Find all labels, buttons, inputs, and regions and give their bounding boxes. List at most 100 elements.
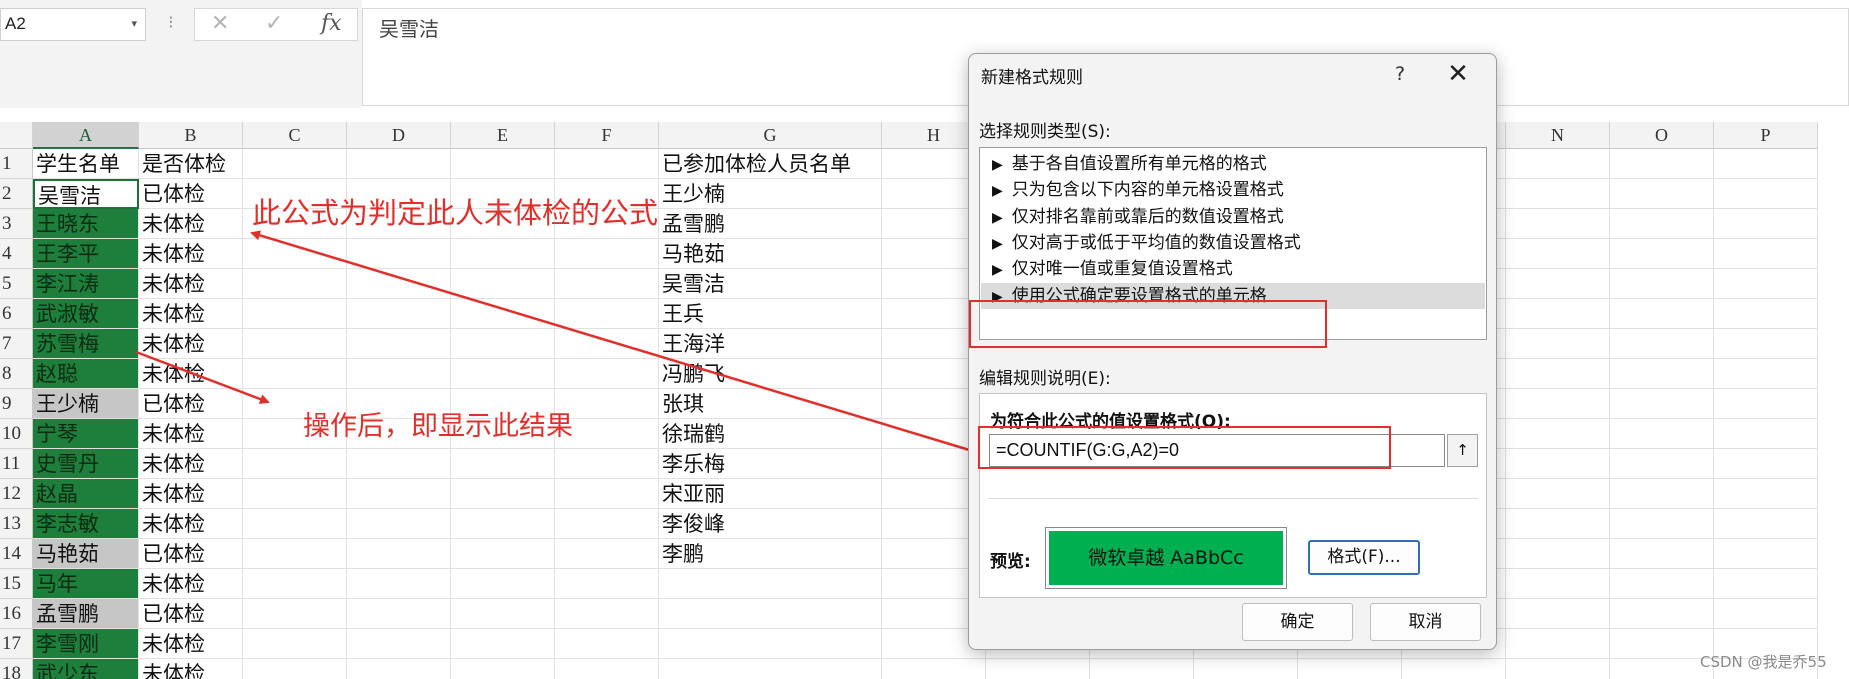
row-header[interactable]: 12 bbox=[0, 479, 33, 509]
cell[interactable] bbox=[1506, 539, 1610, 569]
cell-examined-name[interactable]: 王兵 bbox=[659, 299, 882, 329]
cell[interactable] bbox=[451, 149, 555, 179]
cell[interactable] bbox=[243, 629, 347, 659]
cell[interactable] bbox=[1610, 509, 1714, 539]
help-icon[interactable]: ? bbox=[1384, 59, 1416, 89]
cell[interactable] bbox=[451, 569, 555, 599]
cell-exam-status[interactable]: 未体检 bbox=[139, 359, 243, 389]
cell-exam-status[interactable]: 未体检 bbox=[139, 269, 243, 299]
cell-exam-status[interactable]: 未体检 bbox=[139, 419, 243, 449]
row-header[interactable]: 1 bbox=[0, 149, 33, 179]
row-header[interactable]: 5 bbox=[0, 269, 33, 299]
cell[interactable] bbox=[555, 449, 659, 479]
cell[interactable] bbox=[1714, 599, 1818, 629]
cell[interactable] bbox=[243, 239, 347, 269]
cell-examined-name[interactable] bbox=[659, 659, 882, 679]
cell[interactable] bbox=[1506, 299, 1610, 329]
cell-student-name[interactable]: 武少东 bbox=[33, 659, 139, 679]
cell-examined-name[interactable]: 已参加体检人员名单 bbox=[659, 149, 882, 179]
cell[interactable] bbox=[1714, 509, 1818, 539]
cell[interactable] bbox=[1506, 239, 1610, 269]
cell[interactable] bbox=[1402, 659, 1506, 679]
cell-examined-name[interactable]: 张琪 bbox=[659, 389, 882, 419]
cell-examined-name[interactable]: 马艳茹 bbox=[659, 239, 882, 269]
cell[interactable] bbox=[555, 569, 659, 599]
cell[interactable] bbox=[451, 449, 555, 479]
cell[interactable] bbox=[1610, 269, 1714, 299]
row-header[interactable]: 15 bbox=[0, 569, 33, 599]
cell-examined-name[interactable]: 王少楠 bbox=[659, 179, 882, 209]
cell[interactable] bbox=[451, 599, 555, 629]
cell[interactable] bbox=[1194, 659, 1298, 679]
cell[interactable] bbox=[451, 479, 555, 509]
cell[interactable] bbox=[555, 599, 659, 629]
cell-student-name[interactable]: 武淑敏 bbox=[33, 299, 139, 329]
cell-exam-status[interactable]: 未体检 bbox=[139, 329, 243, 359]
cell[interactable] bbox=[1714, 329, 1818, 359]
cell[interactable] bbox=[1610, 359, 1714, 389]
row-header[interactable]: 13 bbox=[0, 509, 33, 539]
column-header[interactable]: B bbox=[139, 122, 243, 149]
cell-examined-name[interactable] bbox=[659, 599, 882, 629]
cell[interactable] bbox=[347, 299, 451, 329]
cell[interactable] bbox=[243, 569, 347, 599]
cell-examined-name[interactable]: 李俊峰 bbox=[659, 509, 882, 539]
column-header[interactable]: P bbox=[1714, 122, 1818, 149]
cell[interactable] bbox=[1610, 659, 1714, 679]
row-header[interactable]: 2 bbox=[0, 179, 33, 209]
chevron-down-icon[interactable]: ▾ bbox=[131, 17, 137, 30]
row-header[interactable]: 4 bbox=[0, 239, 33, 269]
cell[interactable] bbox=[1714, 239, 1818, 269]
cell-student-name[interactable]: 王晓东 bbox=[33, 209, 139, 239]
cell-student-name[interactable]: 王少楠 bbox=[33, 389, 139, 419]
column-header[interactable]: E bbox=[451, 122, 555, 149]
cell[interactable] bbox=[1610, 599, 1714, 629]
cell[interactable] bbox=[451, 299, 555, 329]
cell[interactable] bbox=[451, 269, 555, 299]
cell-exam-status[interactable]: 未体检 bbox=[139, 239, 243, 269]
cell-exam-status[interactable]: 未体检 bbox=[139, 479, 243, 509]
cell[interactable] bbox=[555, 299, 659, 329]
cell-student-name[interactable]: 学生名单 bbox=[33, 149, 139, 179]
column-header[interactable]: D bbox=[347, 122, 451, 149]
row-header[interactable]: 3 bbox=[0, 209, 33, 239]
cell[interactable] bbox=[347, 329, 451, 359]
column-header[interactable]: C bbox=[243, 122, 347, 149]
cell-student-name[interactable]: 史雪丹 bbox=[33, 449, 139, 479]
select-all-corner[interactable] bbox=[0, 122, 33, 149]
more-options-icon[interactable]: ⁝ bbox=[168, 12, 174, 33]
cell[interactable] bbox=[555, 239, 659, 269]
close-icon[interactable]: ✕ bbox=[1442, 58, 1474, 90]
cell[interactable] bbox=[1506, 569, 1610, 599]
cell[interactable] bbox=[451, 659, 555, 679]
cell[interactable] bbox=[555, 659, 659, 679]
cell[interactable] bbox=[347, 149, 451, 179]
cell-examined-name[interactable] bbox=[659, 569, 882, 599]
cell-exam-status[interactable]: 是否体检 bbox=[139, 149, 243, 179]
cell[interactable] bbox=[555, 539, 659, 569]
cell[interactable] bbox=[1506, 329, 1610, 359]
rule-type-item[interactable]: ▶ 基于各自值设置所有单元格的格式 bbox=[981, 151, 1485, 177]
cell[interactable] bbox=[1714, 149, 1818, 179]
cell[interactable] bbox=[1506, 269, 1610, 299]
cell[interactable] bbox=[243, 539, 347, 569]
cell-student-name[interactable]: 马年 bbox=[33, 569, 139, 599]
cell-examined-name[interactable]: 孟雪鹏 bbox=[659, 209, 882, 239]
cell[interactable] bbox=[555, 629, 659, 659]
column-header[interactable]: O bbox=[1610, 122, 1714, 149]
cell-exam-status[interactable]: 未体检 bbox=[139, 659, 243, 679]
cell[interactable] bbox=[1506, 419, 1610, 449]
cell-student-name[interactable]: 李雪刚 bbox=[33, 629, 139, 659]
cell[interactable] bbox=[451, 239, 555, 269]
cell[interactable] bbox=[1714, 419, 1818, 449]
cell-student-name[interactable]: 孟雪鹏 bbox=[33, 599, 139, 629]
rule-type-item[interactable]: ▶ 仅对高于或低于平均值的数值设置格式 bbox=[981, 230, 1485, 256]
cell-examined-name[interactable]: 李鹏 bbox=[659, 539, 882, 569]
cell-exam-status[interactable]: 已体检 bbox=[139, 179, 243, 209]
enter-formula-icon[interactable]: ✓ bbox=[265, 11, 283, 36]
cell-student-name[interactable]: 宁琴 bbox=[33, 419, 139, 449]
ok-button[interactable]: 确定 bbox=[1242, 603, 1353, 641]
rule-type-item[interactable]: ▶ 仅对排名靠前或靠后的数值设置格式 bbox=[981, 204, 1485, 230]
cell-student-name[interactable]: 赵晶 bbox=[33, 479, 139, 509]
cell-student-name[interactable]: 王李平 bbox=[33, 239, 139, 269]
